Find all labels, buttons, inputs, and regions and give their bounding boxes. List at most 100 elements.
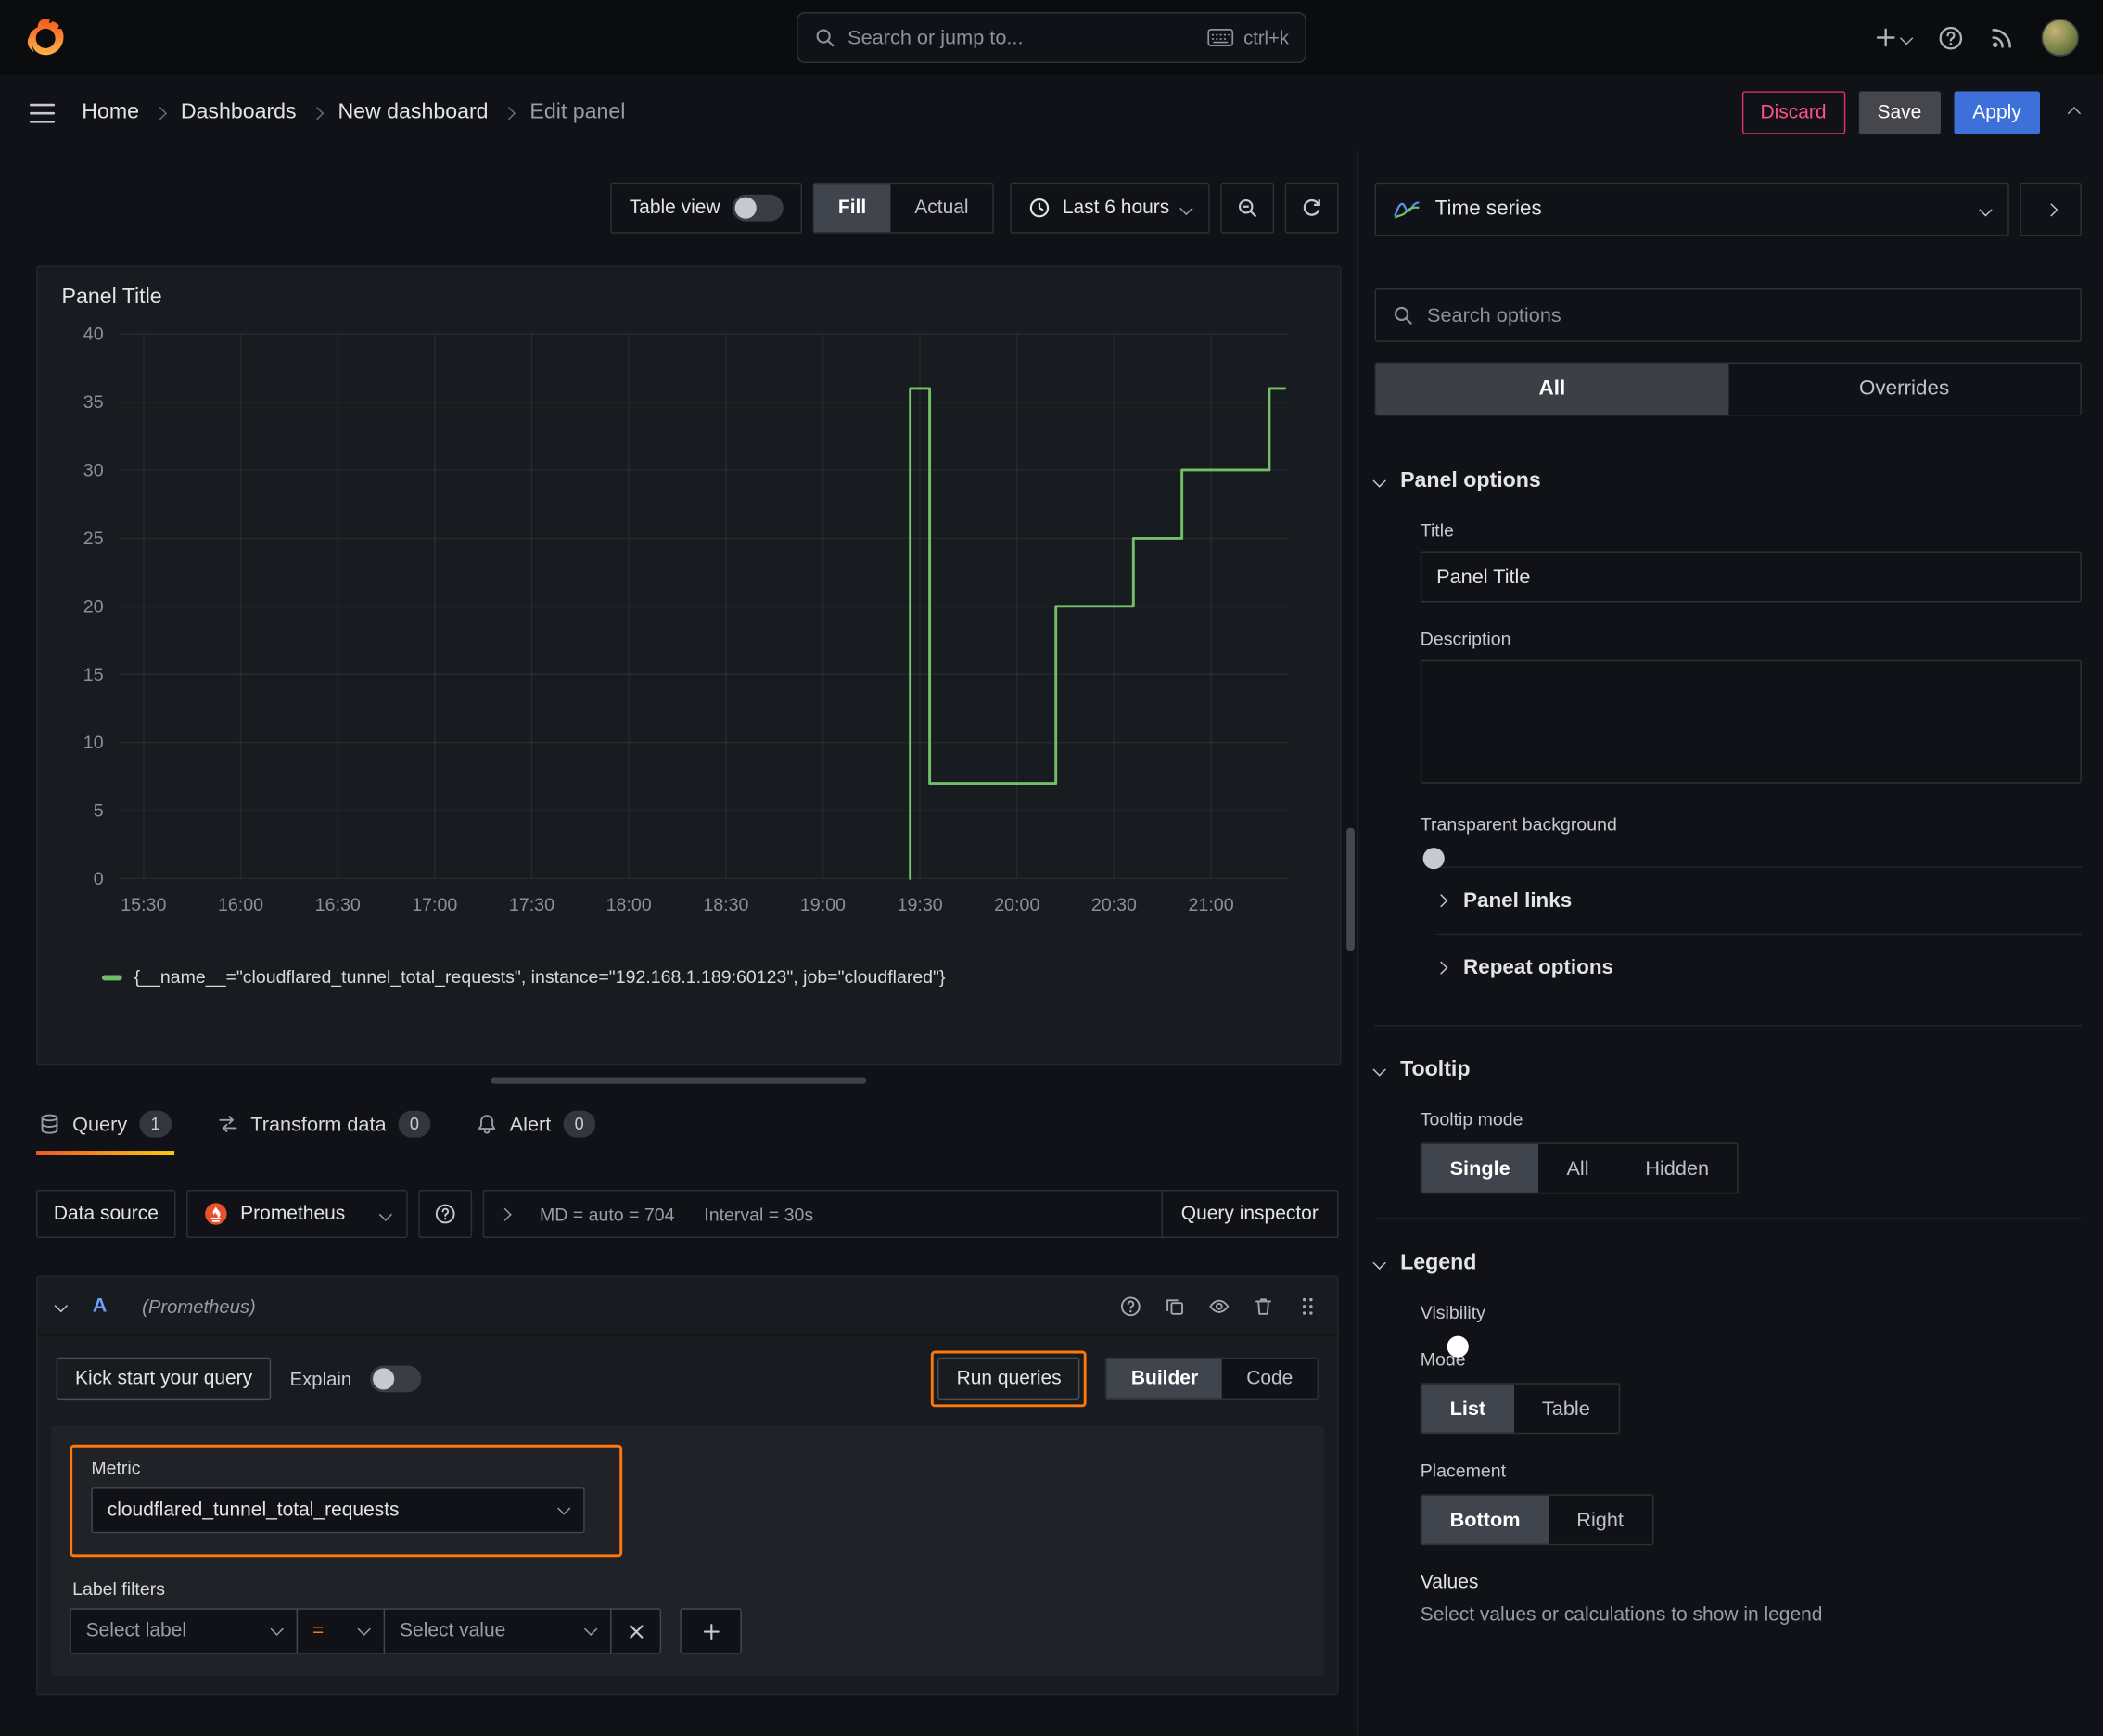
legend-values-label: Values xyxy=(1420,1572,1479,1594)
user-avatar[interactable] xyxy=(2041,19,2079,57)
timeseries-chart[interactable]: 0 5 10 15 20 25 30 35 40 15:30 16:00 16:30 17:00 17:3… xyxy=(57,315,1321,967)
operator-dropdown[interactable]: = xyxy=(296,1608,386,1654)
kick-start-button[interactable]: Kick start your query xyxy=(56,1357,272,1401)
apply-button[interactable]: Apply xyxy=(1954,91,2041,134)
legend-placement-field: Placement Bottom Right xyxy=(1420,1461,2082,1546)
visualization-picker[interactable]: Time series xyxy=(1374,182,2009,236)
panel-links-row[interactable]: Panel links xyxy=(1434,866,2082,933)
panel-title-input[interactable] xyxy=(1420,551,2082,603)
select-label-dropdown[interactable]: Select label xyxy=(70,1608,299,1654)
repeat-options-row[interactable]: Repeat options xyxy=(1434,933,2082,1001)
scrollbar[interactable] xyxy=(1346,827,1355,951)
select-value-dropdown[interactable]: Select value xyxy=(383,1608,612,1654)
label-filters-label: Label filters xyxy=(72,1578,165,1600)
help-icon[interactable] xyxy=(1120,1296,1141,1317)
placement-bottom[interactable]: Bottom xyxy=(1421,1495,1549,1544)
refresh-button[interactable] xyxy=(1284,182,1339,234)
transparent-background-label: Transparent background xyxy=(1420,813,1617,835)
actual-option[interactable]: Actual xyxy=(890,184,992,232)
legend-mode-table[interactable]: Table xyxy=(1514,1385,1619,1433)
query-card-header: A (Prometheus) xyxy=(37,1277,1338,1336)
datasource-picker[interactable]: Prometheus xyxy=(186,1189,409,1239)
remove-filter-button[interactable] xyxy=(610,1608,662,1654)
legend-mode-field: Mode List Table xyxy=(1420,1349,2082,1435)
help-icon xyxy=(436,1204,456,1224)
global-search-input[interactable] xyxy=(848,26,1195,49)
query-card: A (Prometheus) Kick start your query Exp xyxy=(36,1275,1339,1696)
collapse-header-button[interactable] xyxy=(2067,106,2082,120)
svg-text:19:30: 19:30 xyxy=(898,895,943,915)
explain-toggle[interactable] xyxy=(370,1365,422,1393)
chevron-down-icon xyxy=(270,1622,284,1636)
breadcrumb-home[interactable]: Home xyxy=(82,100,139,124)
title-label: Title xyxy=(1420,520,1454,541)
tooltip-mode-single[interactable]: Single xyxy=(1421,1143,1539,1193)
metric-select[interactable]: cloudflared_tunnel_total_requests xyxy=(91,1487,585,1534)
tab-query[interactable]: Query 1 xyxy=(36,1097,174,1155)
menu-toggle-button[interactable] xyxy=(30,103,56,123)
tab-all[interactable]: All xyxy=(1376,363,1728,415)
run-queries-button[interactable]: Run queries xyxy=(937,1357,1080,1401)
builder-option[interactable]: Builder xyxy=(1106,1359,1223,1399)
code-option[interactable]: Code xyxy=(1222,1359,1317,1398)
clock-icon xyxy=(1030,198,1050,218)
pane-resize-handle[interactable] xyxy=(491,1077,867,1084)
collapse-query-icon[interactable] xyxy=(54,1298,68,1313)
fill-option[interactable]: Fill xyxy=(813,184,891,233)
placement-right[interactable]: Right xyxy=(1549,1496,1651,1544)
svg-text:25: 25 xyxy=(83,529,104,549)
chevron-down-icon xyxy=(557,1501,571,1515)
breadcrumb-separator-icon xyxy=(502,106,516,120)
datasource-row: Data source Prometheus MD = auto = 704 I… xyxy=(36,1189,1339,1239)
transform-icon xyxy=(219,1116,237,1133)
datasource-help-button[interactable] xyxy=(418,1189,473,1239)
duplicate-icon[interactable] xyxy=(1165,1296,1186,1317)
legend-swatch xyxy=(101,974,122,980)
breadcrumb-new-dashboard[interactable]: New dashboard xyxy=(338,100,488,124)
tab-alert[interactable]: Alert 0 xyxy=(474,1097,598,1155)
breadcrumb-dashboards[interactable]: Dashboards xyxy=(181,100,297,124)
discard-button[interactable]: Discard xyxy=(1741,91,1845,134)
legend-mode-list[interactable]: List xyxy=(1421,1384,1514,1433)
options-search-input[interactable] xyxy=(1427,303,2065,327)
tooltip-header[interactable]: Tooltip xyxy=(1372,1058,2082,1082)
rss-icon xyxy=(1992,29,2011,48)
tab-overrides[interactable]: Overrides xyxy=(1728,364,2081,415)
zoom-out-button[interactable] xyxy=(1220,182,1275,234)
tab-transform-data[interactable]: Transform data 0 xyxy=(214,1097,433,1155)
options-search[interactable] xyxy=(1374,287,2082,342)
table-view-toggle[interactable] xyxy=(732,194,784,222)
eye-icon[interactable] xyxy=(1208,1296,1230,1317)
table-view-toggle-group: Table view xyxy=(610,182,802,234)
global-search-bar[interactable]: ctrl+k xyxy=(797,12,1306,63)
panel-options-sidebar: Time series All Overrides Panel options xyxy=(1357,150,2103,1736)
add-filter-button[interactable] xyxy=(680,1608,742,1654)
query-options-bar[interactable]: MD = auto = 704 Interval = 30s Query ins… xyxy=(483,1189,1339,1239)
query-inspector-button[interactable]: Query inspector xyxy=(1161,1189,1339,1239)
keyboard-icon xyxy=(1207,28,1234,47)
time-range-picker[interactable]: Last 6 hours xyxy=(1010,182,1210,234)
save-button[interactable]: Save xyxy=(1858,91,1941,134)
chevron-down-icon xyxy=(357,1622,371,1636)
add-menu-button[interactable] xyxy=(1875,27,1914,48)
svg-text:18:00: 18:00 xyxy=(606,895,652,915)
drag-handle-icon[interactable] xyxy=(1297,1296,1319,1317)
description-input[interactable] xyxy=(1420,659,2082,784)
trash-icon[interactable] xyxy=(1253,1296,1274,1317)
panel-toolbar: Table view Fill Actual Last 6 hours xyxy=(0,150,1357,234)
panel-preview: Panel Title 0 5 10 15 20 25 30 35 40 15:30 16:00 16… xyxy=(36,265,1342,1066)
tooltip-section: Tooltip Tooltip mode Single All Hidden xyxy=(1372,1025,2082,1194)
grafana-logo-icon[interactable] xyxy=(24,16,67,58)
tooltip-mode-hidden[interactable]: Hidden xyxy=(1617,1144,1738,1193)
legend-series-label[interactable]: {__name__="cloudflared_tunnel_total_requ… xyxy=(134,967,946,988)
news-button[interactable] xyxy=(1991,25,2015,49)
panel-options-header[interactable]: Panel options xyxy=(1372,469,2082,493)
legend-header[interactable]: Legend xyxy=(1372,1252,2082,1276)
tab-transform-label: Transform data xyxy=(250,1112,387,1136)
collapse-options-button[interactable] xyxy=(2020,182,2082,236)
help-button[interactable] xyxy=(1938,25,1963,50)
tooltip-title: Tooltip xyxy=(1400,1058,1471,1081)
close-icon xyxy=(629,1624,643,1638)
tooltip-mode-all[interactable]: All xyxy=(1538,1144,1617,1193)
explain-label: Explain xyxy=(289,1368,352,1390)
